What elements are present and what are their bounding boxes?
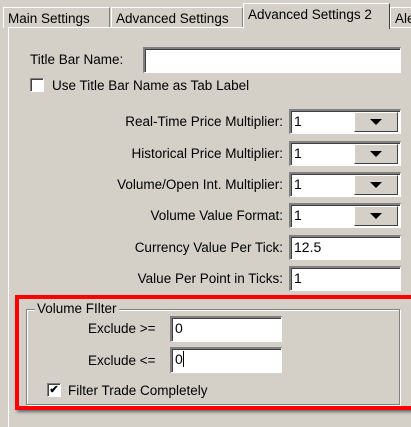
input-value: 0	[175, 351, 183, 367]
currency-value-per-tick-label: Currency Value Per Tick:	[134, 240, 283, 255]
title-bar-name-label: Title Bar Name:	[30, 52, 124, 67]
tab-label: Advanced Settings 2	[248, 7, 372, 22]
tab-label: Ale	[395, 11, 411, 26]
volume-oi-multiplier-combo[interactable]: 1	[289, 172, 401, 197]
real-time-price-multiplier-combo[interactable]: 1	[289, 109, 401, 134]
dropdown-button[interactable]	[354, 112, 398, 132]
value-per-point-input[interactable]: 1	[289, 266, 401, 291]
title-bar-name-input[interactable]	[143, 47, 401, 73]
combo-value: 1	[294, 113, 302, 129]
use-title-as-tab-label: Use Title Bar Name as Tab Label	[52, 78, 250, 93]
volume-value-format-label: Volume Value Format:	[150, 208, 283, 223]
use-title-as-tab-checkbox[interactable]	[30, 78, 44, 92]
chevron-down-icon	[370, 182, 382, 188]
chevron-down-icon	[370, 151, 382, 157]
dropdown-button[interactable]	[354, 144, 398, 164]
volume-oi-multiplier-label: Volume/Open Int. Multiplier:	[117, 177, 283, 192]
tab-main-settings[interactable]: Main Settings	[3, 7, 110, 28]
volume-filter-title: Volume FIlter	[35, 301, 119, 316]
dropdown-button[interactable]	[354, 175, 398, 195]
exclude-le-label: Exclude <=	[88, 353, 156, 368]
combo-value: 1	[294, 207, 302, 223]
real-time-price-multiplier-label: Real-Time Price Multiplier:	[125, 114, 283, 129]
filter-trade-completely-label: Filter Trade Completely	[68, 383, 208, 398]
volume-value-format-combo[interactable]: 1	[289, 203, 401, 228]
tab-advanced-settings[interactable]: Advanced Settings	[111, 7, 243, 28]
currency-value-per-tick-input[interactable]: 12.5	[289, 235, 401, 260]
tab-label: Main Settings	[8, 11, 90, 26]
exclude-ge-label: Exclude >=	[88, 321, 156, 336]
tab-label: Advanced Settings	[116, 11, 229, 26]
exclude-le-input[interactable]: 0​	[170, 347, 282, 373]
combo-value: 1	[294, 176, 302, 192]
tab-alerts[interactable]: Ale	[390, 7, 411, 28]
exclude-ge-input[interactable]: 0	[170, 316, 282, 342]
text-cursor: ​	[182, 351, 184, 367]
combo-value: 1	[294, 145, 302, 161]
historical-price-multiplier-combo[interactable]: 1	[289, 141, 401, 166]
value-per-point-label: Value Per Point in Ticks:	[137, 271, 283, 286]
dropdown-button[interactable]	[354, 206, 398, 226]
chevron-down-icon	[370, 119, 382, 125]
chevron-down-icon	[370, 213, 382, 219]
filter-trade-completely-checkbox[interactable]: ✔	[47, 383, 61, 397]
historical-price-multiplier-label: Historical Price Multiplier:	[131, 146, 283, 161]
tab-advanced-settings-2[interactable]: Advanced Settings 2	[243, 3, 390, 29]
